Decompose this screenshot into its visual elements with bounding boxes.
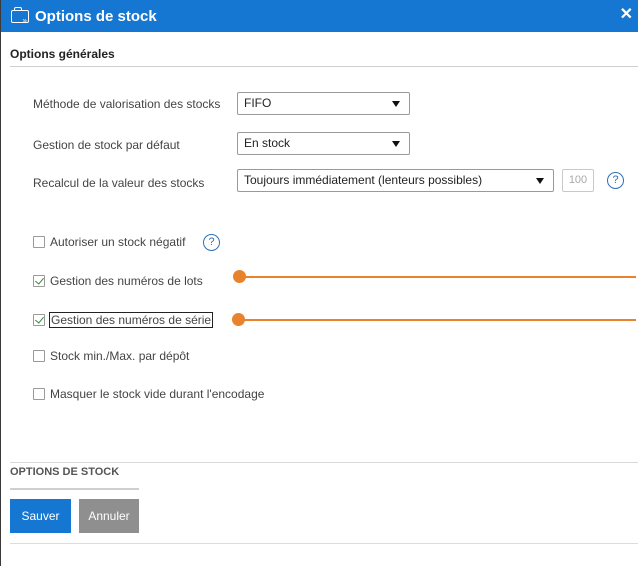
serial-numbers-row[interactable]: Gestion des numéros de série xyxy=(33,312,214,328)
min-max-label: Stock min./Max. par dépôt xyxy=(50,349,190,363)
hide-empty-checkbox[interactable] xyxy=(33,388,45,400)
lot-numbers-label: Gestion des numéros de lots xyxy=(50,274,203,288)
default-stock-label: Gestion de stock par défaut xyxy=(33,138,180,152)
recalc-value: Toujours immédiatement (lenteurs possibl… xyxy=(244,173,483,187)
callout-line xyxy=(243,276,636,278)
negative-stock-row[interactable]: Autoriser un stock négatif xyxy=(33,235,185,249)
default-stock-select[interactable]: En stock xyxy=(237,132,410,155)
hide-empty-label: Masquer le stock vide durant l'encodage xyxy=(50,387,265,401)
serial-numbers-label: Gestion des numéros de série xyxy=(48,312,214,328)
lot-numbers-row[interactable]: Gestion des numéros de lots xyxy=(33,274,203,288)
folder-icon xyxy=(11,6,29,25)
negative-stock-checkbox[interactable] xyxy=(33,236,45,248)
caret-down-icon xyxy=(392,141,400,147)
caret-down-icon xyxy=(392,101,400,107)
section-title: Options générales xyxy=(10,47,115,61)
footer-title: OPTIONS DE STOCK xyxy=(10,466,120,478)
title-bar: Options de stock ✕ xyxy=(1,0,638,32)
default-stock-value: En stock xyxy=(244,136,291,150)
dialog-title: Options de stock xyxy=(35,7,157,25)
hide-empty-row[interactable]: Masquer le stock vide durant l'encodage xyxy=(33,387,264,401)
recalc-select[interactable]: Toujours immédiatement (lenteurs possibl… xyxy=(237,169,554,192)
recalc-label: Recalcul de la valeur des stocks xyxy=(33,176,205,190)
valuation-select[interactable]: FIFO xyxy=(237,92,410,115)
help-icon[interactable]: ? xyxy=(203,234,220,251)
lot-numbers-checkbox[interactable] xyxy=(33,275,45,287)
footer-divider xyxy=(10,462,638,463)
valuation-label: Méthode de valorisation des stocks xyxy=(33,97,221,111)
section-divider xyxy=(10,66,638,67)
min-max-row[interactable]: Stock min./Max. par dépôt xyxy=(33,349,189,363)
negative-stock-label: Autoriser un stock négatif xyxy=(50,235,186,249)
options-dialog: Options de stock ✕ Options générales Mét… xyxy=(0,0,638,566)
help-icon[interactable]: ? xyxy=(607,172,624,189)
callout-line xyxy=(242,319,636,321)
min-max-checkbox[interactable] xyxy=(33,350,45,362)
caret-down-icon xyxy=(536,178,544,184)
valuation-value: FIFO xyxy=(244,96,272,110)
cancel-button[interactable]: Annuler xyxy=(79,499,139,533)
footer-underline xyxy=(10,488,139,490)
save-button[interactable]: Sauver xyxy=(10,499,71,533)
bottom-divider xyxy=(10,543,638,544)
close-icon[interactable]: ✕ xyxy=(620,7,633,23)
recalc-number-input[interactable]: 100 xyxy=(562,169,594,192)
serial-numbers-checkbox[interactable] xyxy=(33,314,45,326)
